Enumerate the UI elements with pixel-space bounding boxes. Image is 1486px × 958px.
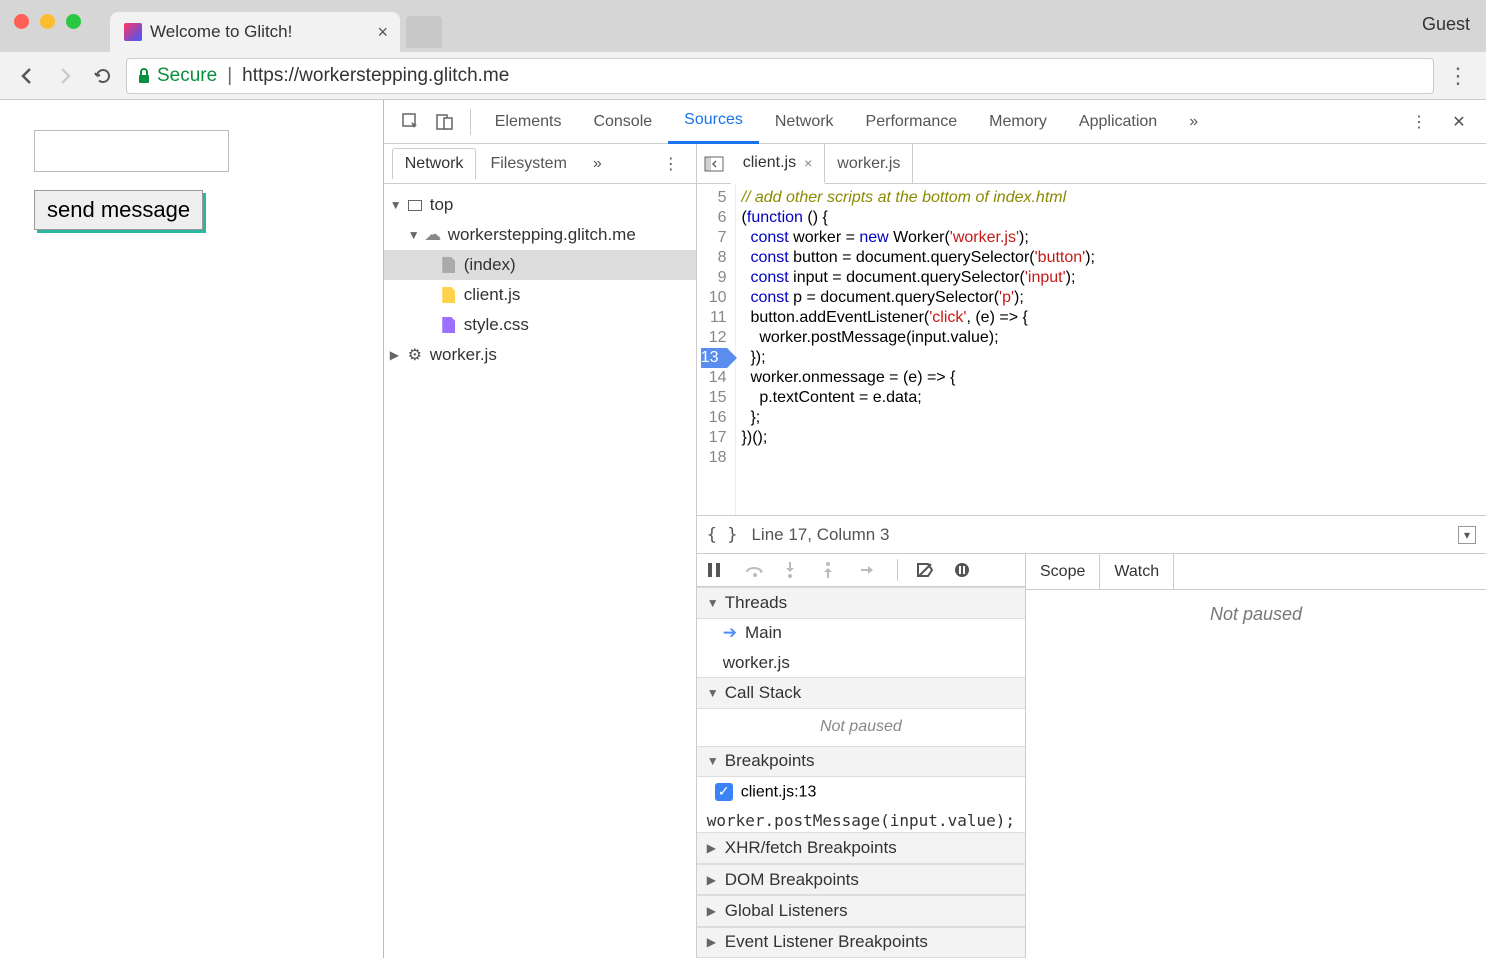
- active-thread-icon: ➔: [723, 623, 737, 643]
- close-devtools-icon[interactable]: ✕: [1442, 105, 1476, 139]
- tab-elements[interactable]: Elements: [479, 100, 578, 144]
- section-global[interactable]: ▶Global Listeners: [697, 895, 1025, 926]
- tab-network[interactable]: Network: [759, 100, 850, 144]
- breakpoint-checkbox[interactable]: ✓: [715, 783, 733, 801]
- breakpoint-marker[interactable]: 13: [701, 348, 727, 368]
- tab-title: Welcome to Glitch!: [150, 22, 292, 42]
- browser-menu-icon[interactable]: ⋮: [1442, 63, 1474, 89]
- secure-label: Secure: [157, 65, 217, 87]
- section-dom[interactable]: ▶DOM Breakpoints: [697, 864, 1025, 895]
- step-over-button[interactable]: [745, 562, 765, 578]
- tab-memory[interactable]: Memory: [973, 100, 1063, 144]
- section-threads[interactable]: ▼Threads: [697, 587, 1025, 618]
- sources-navigator: Network Filesystem » ⋮ ▼top ▼☁workerstep…: [384, 144, 697, 958]
- forward-button[interactable]: [50, 61, 80, 91]
- deactivate-breakpoints-button[interactable]: [916, 562, 936, 578]
- tabs-overflow-icon[interactable]: »: [1173, 100, 1214, 144]
- section-event[interactable]: ▶Event Listener Breakpoints: [697, 927, 1025, 958]
- pretty-print-icon[interactable]: { }: [707, 525, 738, 545]
- step-button[interactable]: [859, 563, 879, 577]
- cloud-icon: ☁: [424, 226, 442, 244]
- debugger-toolbar: [697, 554, 1025, 587]
- callstack-empty: Not paused: [697, 709, 1025, 746]
- editor-footer: { } Line 17, Column 3 ▾: [697, 515, 1486, 553]
- editor-tab-clientjs[interactable]: client.js×: [731, 144, 826, 184]
- debugger-panel: ▼Threads ➔Main worker.js ▼Call Stack Not…: [697, 553, 1486, 958]
- back-button[interactable]: [12, 61, 42, 91]
- step-into-button[interactable]: [783, 561, 803, 579]
- breakpoint-code: worker.postMessage(input.value);: [697, 807, 1025, 832]
- coverage-dropdown-icon[interactable]: ▾: [1458, 526, 1476, 544]
- navigator-overflow-icon[interactable]: »: [581, 149, 614, 179]
- tree-worker[interactable]: ▶⚙worker.js: [384, 340, 696, 370]
- inspect-element-icon[interactable]: [394, 105, 428, 139]
- tab-application[interactable]: Application: [1063, 100, 1173, 144]
- page-viewport: send message: [0, 100, 384, 958]
- navigator-tab-filesystem[interactable]: Filesystem: [478, 149, 578, 179]
- tree-file-clientjs[interactable]: client.js: [384, 280, 696, 310]
- pause-on-exceptions-button[interactable]: [954, 562, 974, 578]
- tab-sources[interactable]: Sources: [668, 100, 759, 144]
- pause-button[interactable]: [707, 562, 727, 578]
- editor-tabs: client.js× worker.js: [697, 144, 1486, 184]
- url-separator: |: [227, 65, 232, 87]
- close-window-icon[interactable]: [14, 14, 29, 29]
- scope-body: Not paused: [1026, 590, 1486, 958]
- address-bar[interactable]: Secure | https://workerstepping.glitch.m…: [126, 58, 1434, 94]
- favicon-icon: [124, 23, 142, 41]
- maximize-window-icon[interactable]: [66, 14, 81, 29]
- thread-worker[interactable]: worker.js: [697, 648, 1025, 677]
- reload-button[interactable]: [88, 61, 118, 91]
- breakpoint-item[interactable]: ✓client.js:13: [697, 777, 1025, 808]
- step-out-button[interactable]: [821, 561, 841, 579]
- new-tab-button[interactable]: [406, 16, 442, 48]
- watch-tab[interactable]: Watch: [1100, 554, 1174, 589]
- message-input[interactable]: [34, 130, 229, 172]
- send-message-button[interactable]: send message: [34, 190, 203, 230]
- navigator-menu-icon[interactable]: ⋮: [654, 147, 688, 181]
- device-toolbar-icon[interactable]: [428, 105, 462, 139]
- window-titlebar: Welcome to Glitch! × Guest: [0, 0, 1486, 52]
- minimize-window-icon[interactable]: [40, 14, 55, 29]
- devtools-panel: Elements Console Sources Network Perform…: [384, 100, 1486, 958]
- devtools-tabs: Elements Console Sources Network Perform…: [384, 100, 1486, 144]
- url-bar: Secure | https://workerstepping.glitch.m…: [0, 52, 1486, 100]
- tree-file-stylecss[interactable]: style.css: [384, 310, 696, 340]
- traffic-lights: [14, 14, 81, 29]
- thread-main[interactable]: ➔Main: [697, 619, 1025, 648]
- tree-file-index[interactable]: (index): [384, 250, 696, 280]
- tree-domain[interactable]: ▼☁workerstepping.glitch.me: [384, 220, 696, 250]
- lock-icon: [137, 68, 151, 84]
- tab-performance[interactable]: Performance: [850, 100, 974, 144]
- section-xhr[interactable]: ▶XHR/fetch Breakpoints: [697, 832, 1025, 863]
- url-text: https://workerstepping.glitch.me: [242, 65, 509, 87]
- browser-tab[interactable]: Welcome to Glitch! ×: [110, 12, 400, 52]
- cursor-position: Line 17, Column 3: [751, 525, 889, 545]
- editor-tab-workerjs[interactable]: worker.js: [825, 144, 913, 184]
- line-gutter[interactable]: 56789101112131415161718: [697, 184, 736, 515]
- scope-tab[interactable]: Scope: [1026, 554, 1100, 589]
- code-body[interactable]: // add other scripts at the bottom of in…: [736, 184, 1101, 515]
- tree-frame-top[interactable]: ▼top: [384, 190, 696, 220]
- file-tree: ▼top ▼☁workerstepping.glitch.me (index) …: [384, 184, 696, 958]
- toggle-navigator-icon[interactable]: [697, 156, 731, 172]
- close-tab-icon[interactable]: ×: [377, 22, 388, 43]
- code-editor[interactable]: 56789101112131415161718 // add other scr…: [697, 184, 1486, 515]
- navigator-tab-network[interactable]: Network: [392, 148, 477, 179]
- devtools-menu-icon[interactable]: ⋮: [1402, 105, 1436, 139]
- section-breakpoints[interactable]: ▼Breakpoints: [697, 746, 1025, 777]
- gear-icon: ⚙: [406, 346, 424, 364]
- profile-label[interactable]: Guest: [1422, 14, 1470, 35]
- section-callstack[interactable]: ▼Call Stack: [697, 677, 1025, 708]
- close-tab-icon[interactable]: ×: [804, 155, 812, 171]
- tab-console[interactable]: Console: [577, 100, 668, 144]
